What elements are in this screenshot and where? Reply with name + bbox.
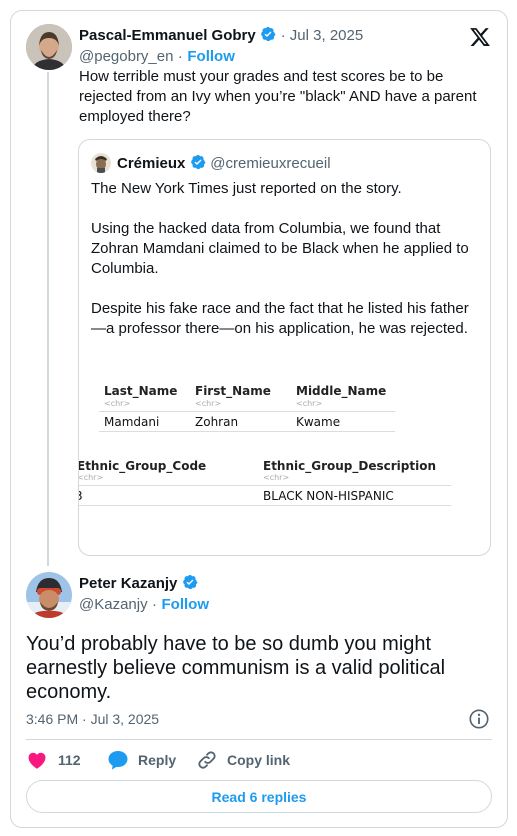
reply-bubble-icon xyxy=(108,751,128,770)
table-header-middle-name: Middle_Name xyxy=(296,384,387,398)
avatar-peter-image xyxy=(26,572,72,618)
author-handle[interactable]: @pegobry_en xyxy=(79,48,173,65)
reply-author-name[interactable]: Peter Kazanjy xyxy=(79,575,177,592)
table-rule xyxy=(99,431,395,432)
follow-button[interactable]: Follow xyxy=(162,596,210,613)
tweet-date[interactable]: · Jul 3, 2025 xyxy=(281,27,364,44)
x-logo-icon[interactable] xyxy=(469,26,491,48)
quoted-author-name[interactable]: Crémieux xyxy=(117,155,185,172)
heart-icon xyxy=(28,752,46,769)
copy-link-action[interactable]: Copy link xyxy=(196,748,290,772)
table-header-first-name: First_Name xyxy=(195,384,271,398)
table-type-label: <chr> xyxy=(296,399,323,408)
quoted-media-image[interactable]: Last_Name First_Name Middle_Name <chr> <… xyxy=(79,370,490,510)
table-header-ethnic-code: Ethnic_Group_Code xyxy=(79,459,207,473)
table-rule xyxy=(99,411,395,412)
actions-divider xyxy=(26,739,492,740)
avatar-peter[interactable] xyxy=(26,572,72,618)
table-type-label: <chr> xyxy=(195,399,222,408)
link-icon xyxy=(198,751,216,769)
reply-label: Reply xyxy=(138,752,177,768)
reply-timestamp[interactable]: 3:46 PM · Jul 3, 2025 xyxy=(26,711,159,727)
read-replies-label: Read 6 replies xyxy=(211,788,307,805)
table-type-label: <chr> xyxy=(79,473,104,482)
reply-action[interactable]: Reply xyxy=(106,748,176,772)
like-action[interactable]: 112 xyxy=(26,748,81,772)
table-cell-ethnic-code: 3 xyxy=(79,489,83,503)
table-cell-first-name: Zohran xyxy=(195,415,239,429)
parent-handle-row: @pegobry_en · Follow xyxy=(79,48,235,66)
parent-tweet-text: How terrible must your grades and test s… xyxy=(79,68,477,125)
read-replies-button[interactable]: Read 6 replies xyxy=(26,780,492,813)
avatar-pascal-image xyxy=(26,24,72,70)
quoted-author-handle[interactable]: @cremieuxrecueil xyxy=(210,155,330,172)
thread-line xyxy=(47,72,49,566)
verified-badge-icon xyxy=(261,26,276,42)
table-cell-last-name: Mamdani xyxy=(104,415,160,429)
table-rule xyxy=(79,505,451,506)
author-name[interactable]: Pascal-Emmanuel Gobry xyxy=(79,27,256,44)
copy-link-label: Copy link xyxy=(227,752,291,768)
quoted-paragraph-2: Using the hacked data from Columbia, we … xyxy=(91,220,469,277)
separator-dot: · xyxy=(152,596,158,613)
table-header-ethnic-description: Ethnic_Group_Description xyxy=(263,459,437,473)
quoted-paragraph-3: Despite his fake race and the fact that … xyxy=(91,300,469,337)
table-type-label: <chr> xyxy=(104,399,131,408)
quoted-paragraph-1: The New York Times just reported on the … xyxy=(91,180,402,197)
like-count: 112 xyxy=(58,752,81,768)
verified-badge-icon xyxy=(190,154,206,170)
table-header-last-name: Last_Name xyxy=(104,384,178,398)
reply-handle-row: @Kazanjy · Follow xyxy=(79,596,209,614)
parent-author-row: Pascal-Emmanuel Gobry · Jul 3, 2025 xyxy=(79,26,363,45)
follow-button[interactable]: Follow xyxy=(187,48,235,65)
avatar-pascal[interactable] xyxy=(26,24,72,70)
table-cell-ethnic-description: BLACK NON-HISPANIC xyxy=(263,489,394,503)
reply-author-row: Peter Kazanjy xyxy=(79,574,198,593)
avatar-cremieux xyxy=(91,153,111,173)
table-cell-middle-name: Kwame xyxy=(296,415,341,429)
table-rule xyxy=(79,485,451,486)
verified-badge-icon xyxy=(183,574,198,590)
quoted-author-row: Crémieux @cremieuxrecueil xyxy=(117,154,331,173)
table-type-label: <chr> xyxy=(263,473,290,482)
separator-dot: · xyxy=(177,48,183,65)
reply-author-handle[interactable]: @Kazanjy xyxy=(79,596,148,613)
reply-tweet-text: You’d probably have to be so dumb you mi… xyxy=(26,633,446,703)
info-icon[interactable] xyxy=(468,708,490,730)
